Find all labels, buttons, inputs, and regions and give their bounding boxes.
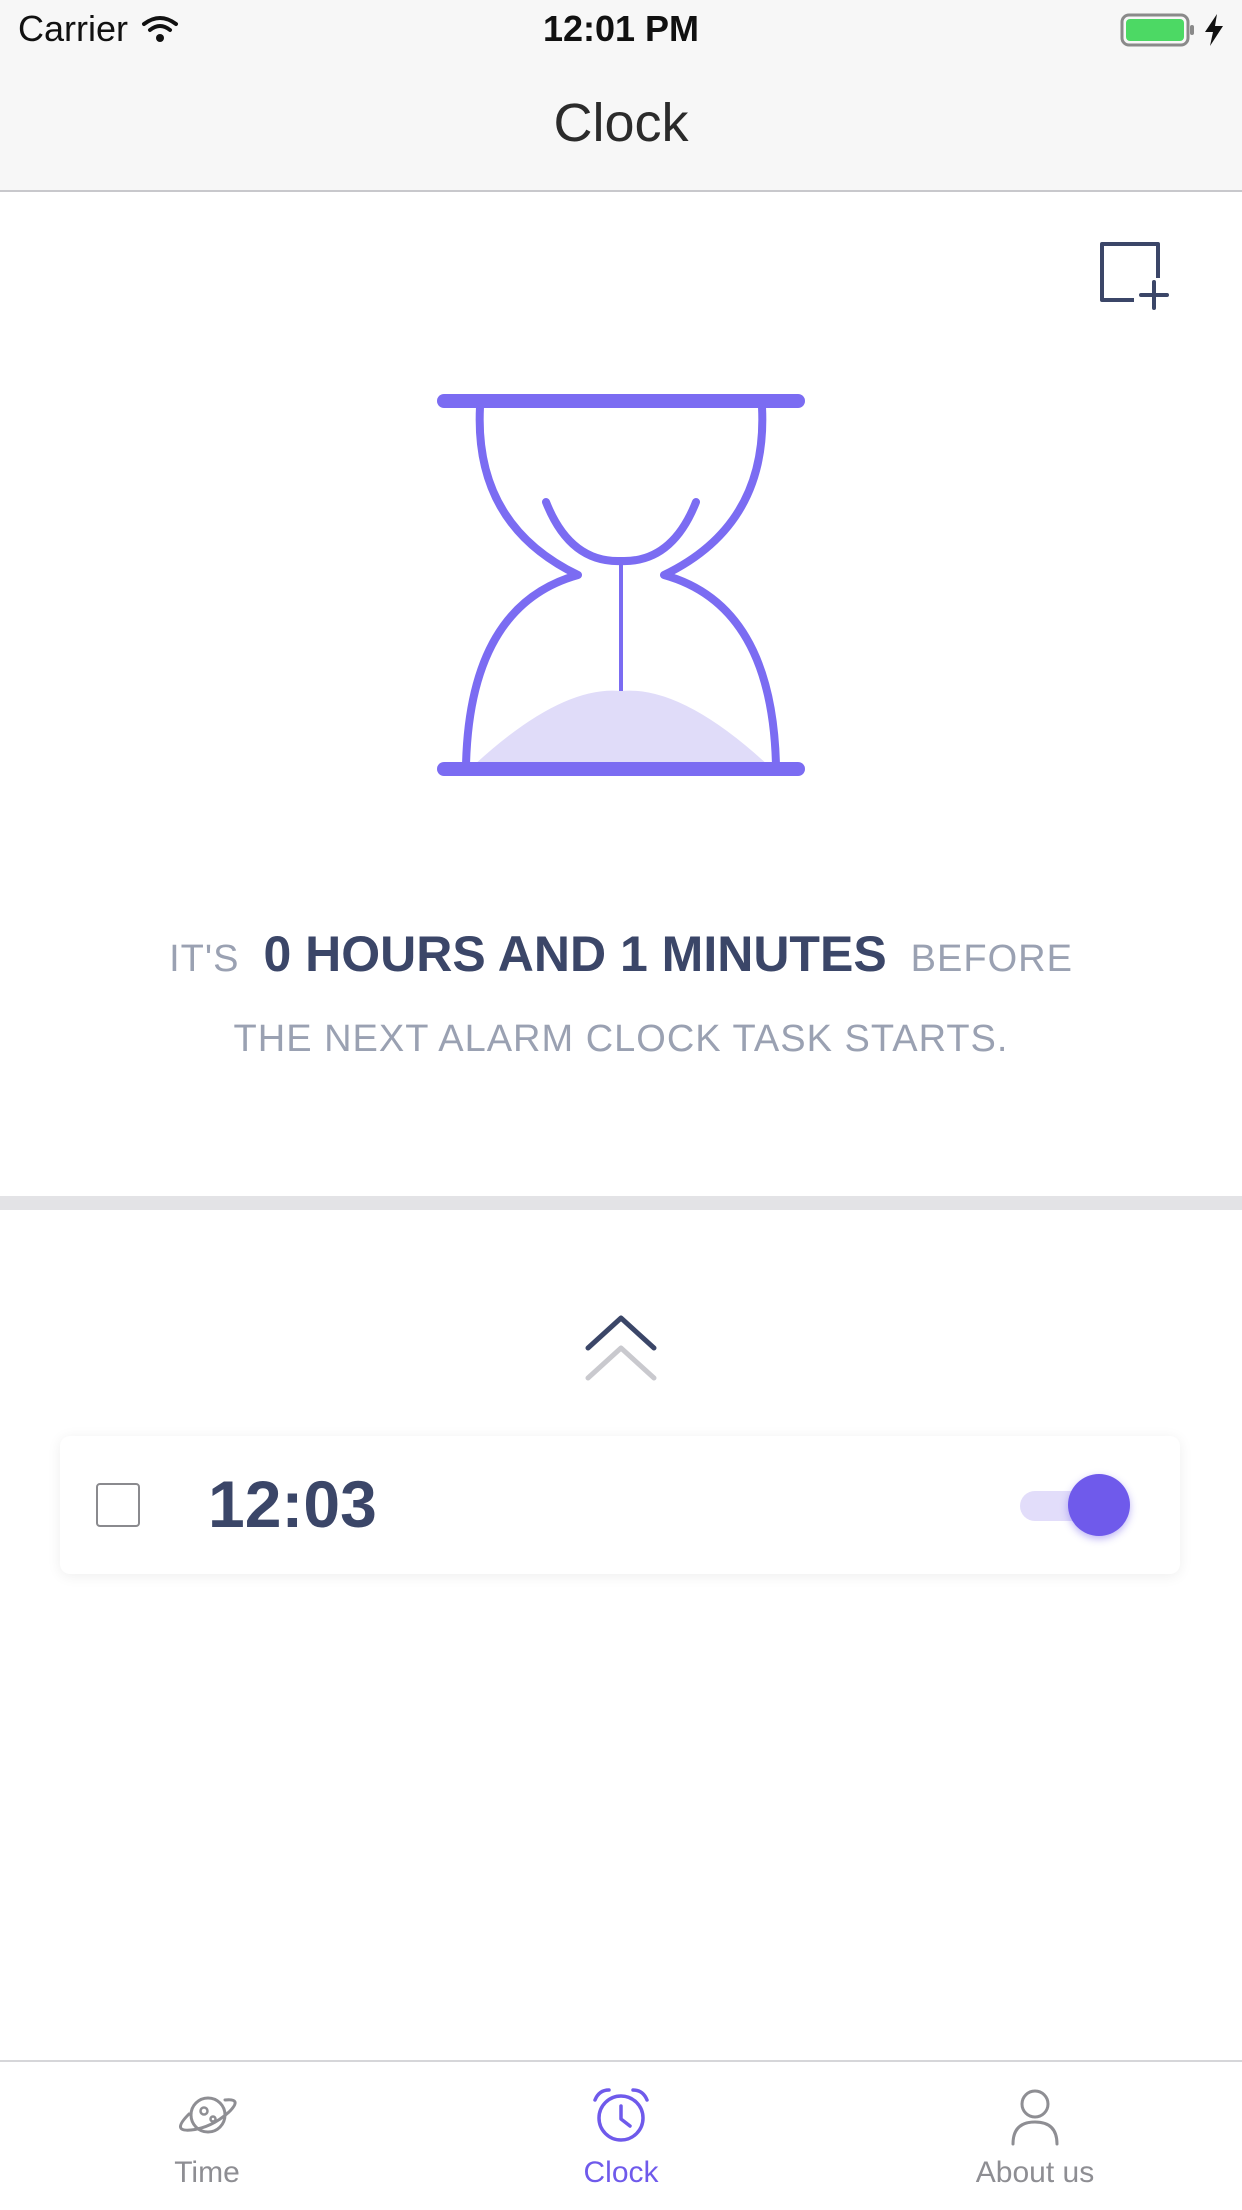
tab-label: About us [975,2156,1095,2189]
tab-time[interactable]: Time [0,2062,414,2210]
tab-bar: Time Clock About us [0,2060,1242,2208]
planet-icon [179,2096,237,2134]
section-divider [0,1196,1242,1210]
countdown-value: 0 HOURS AND 1 MINUTES [263,926,887,982]
tab-clock[interactable]: Clock [414,2062,828,2210]
battery [1120,12,1226,48]
double-chevron-up-icon [585,1315,657,1381]
battery-icon [1120,13,1194,47]
toggle-knob [1068,1474,1130,1536]
alarm-clock-icon [593,2088,649,2142]
navigation-bar: Clock [0,60,1242,192]
hourglass-icon [437,394,805,776]
countdown-summary: IT'S 0 HOURS AND 1 MINUTES BEFORE [0,925,1242,983]
tab-about-us[interactable]: About us [828,2062,1242,2210]
countdown-suffix: BEFORE [910,938,1073,980]
alarm-select-checkbox[interactable] [96,1483,140,1527]
status-time: 12:01 PM [542,8,700,49]
countdown-subtitle: THE NEXT ALARM CLOCK TASK STARTS. [233,1018,1009,1060]
countdown-prefix: IT'S [169,938,240,980]
page-title: Clock [553,93,689,153]
tab-label: Clock [583,2156,659,2189]
alarm-item[interactable]: 12:03 [60,1436,1180,1574]
expand-list-button[interactable] [582,1312,660,1384]
person-icon [1011,2089,1059,2146]
alarm-time: 12:03 [208,1467,377,1541]
status-bar: Carrier 12:01 PM [0,0,1242,60]
charging-bolt-icon [1205,14,1223,46]
hourglass-illustration [430,385,812,785]
add-square-icon [1100,242,1169,310]
tab-label: Time [174,2156,240,2189]
add-alarm-button[interactable] [1098,240,1170,312]
alarm-enable-toggle[interactable] [1020,1474,1136,1538]
